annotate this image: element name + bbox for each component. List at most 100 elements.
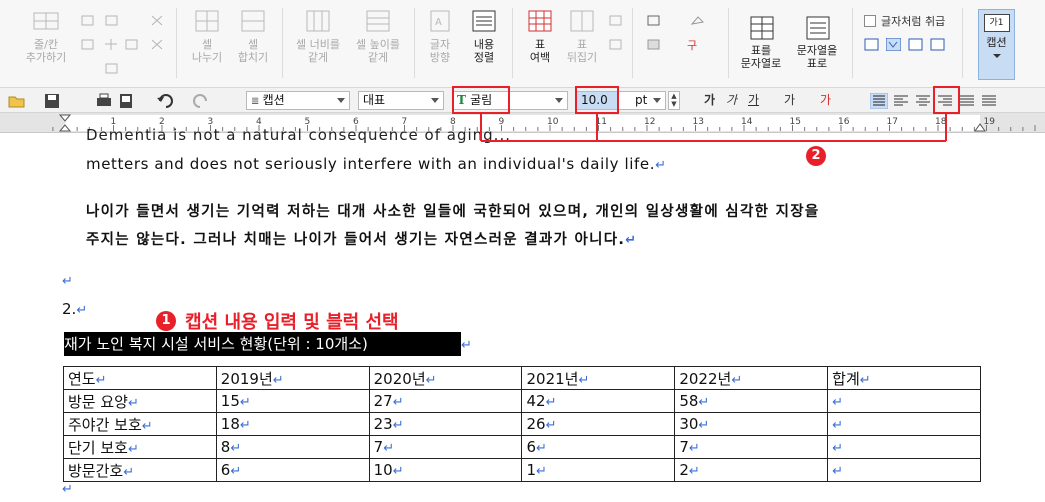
- table-row[interactable]: 단기 보호↵ 8↵ 7↵ 6↵ 7↵ ↵: [63, 435, 981, 459]
- table-cell-text: 주야간 보호: [68, 415, 142, 434]
- table-cell-text: 연도: [68, 369, 96, 388]
- cell-return-mark: ↵: [832, 441, 844, 456]
- table-cell-text: 8: [220, 438, 231, 456]
- cell-return-mark: ↵: [127, 395, 139, 411]
- table-cell-text: 합계: [832, 369, 860, 388]
- table-cell[interactable]: 26↵: [521, 412, 676, 436]
- table-cell[interactable]: 7↵: [368, 435, 523, 459]
- table-cell[interactable]: 10↵: [368, 458, 523, 482]
- table-cell[interactable]: 58↵: [674, 389, 829, 413]
- cell-return-mark: ↵: [859, 372, 871, 388]
- table-cell[interactable]: 1↵: [521, 458, 676, 482]
- table-row[interactable]: 주야간 보호↵ 18↵ 23↵ 26↵ 30↵ ↵: [63, 412, 981, 436]
- table-row[interactable]: 방문 요양↵ 15↵ 27↵ 42↵ 58↵ ↵: [63, 389, 981, 413]
- caption-selected-text[interactable]: 재가 노인 복지 시설 서비스 현황(단위 : 10개소): [64, 332, 461, 356]
- table-cell-text: 26: [526, 415, 546, 433]
- table-cell[interactable]: 2↵: [674, 458, 829, 482]
- cell-return-mark: ↵: [392, 418, 404, 433]
- table-cell[interactable]: 18↵: [215, 412, 370, 436]
- table-cell[interactable]: ↵: [827, 458, 981, 482]
- table-cell-text: 2019년: [220, 369, 273, 388]
- cell-return-mark: ↵: [731, 372, 743, 388]
- table-cell[interactable]: 2021년↵: [521, 366, 676, 390]
- cell-return-mark: ↵: [536, 464, 547, 479]
- paragraph-return-mark: ↵: [76, 303, 88, 318]
- table-cell-text: 방문 요양: [68, 392, 128, 411]
- cell-return-mark: ↵: [95, 372, 107, 388]
- paragraph-return-mark: ↵: [62, 482, 73, 497]
- paragraph-return-mark: ↵: [655, 158, 667, 173]
- cell-return-mark: ↵: [536, 441, 547, 456]
- cell-return-mark: ↵: [392, 464, 404, 479]
- table-cell-text: 15: [220, 392, 240, 410]
- table-cell[interactable]: 6↵: [215, 458, 370, 482]
- table-cell[interactable]: 주야간 보호↵: [63, 412, 217, 436]
- cell-return-mark: ↵: [545, 418, 557, 433]
- table-cell[interactable]: 7↵: [674, 435, 829, 459]
- table-cell-text: 2020년: [373, 369, 426, 388]
- table-cell[interactable]: 27↵: [368, 389, 523, 413]
- table-cell[interactable]: ↵: [827, 435, 981, 459]
- cell-return-mark: ↵: [425, 372, 437, 388]
- cell-return-mark: ↵: [698, 418, 710, 433]
- table-cell[interactable]: 방문간호↵: [63, 458, 217, 482]
- table-cell[interactable]: 6↵: [521, 435, 676, 459]
- table-cell-text: 6: [220, 461, 231, 479]
- table-cell-text: 2021년: [526, 369, 579, 388]
- table-cell-text: 2022년: [679, 369, 732, 388]
- table-cell[interactable]: ↵: [827, 412, 981, 436]
- annotation-badge-1: 1: [156, 311, 176, 331]
- table-cell[interactable]: 23↵: [368, 412, 523, 436]
- table-cell-text: 7: [373, 438, 384, 456]
- annotation-1: 1 캡션 내용 입력 및 블럭 선택: [156, 308, 399, 333]
- table-cell-text: 방문간호: [68, 461, 124, 480]
- item-number-text: 2.: [62, 300, 77, 318]
- table-cell[interactable]: ↵: [827, 389, 981, 413]
- table-cell-text: 6: [526, 438, 537, 456]
- doc-korean-line-1: 나이가 들면서 생기는 기억력 저하는 대개 사소한 일들에 국한되어 있으며,…: [86, 204, 820, 220]
- table-cell-text: 7: [679, 438, 689, 456]
- table-header-row[interactable]: 연도↵ 2019년↵ 2020년↵ 2021년↵ 2022년↵ 합계↵: [63, 366, 981, 390]
- caption-line[interactable]: 재가 노인 복지 시설 서비스 현황(단위 : 10개소) ↵: [64, 332, 472, 356]
- cell-return-mark: ↵: [127, 441, 139, 457]
- table-cell[interactable]: 30↵: [674, 412, 829, 436]
- table-cell-text: 30: [679, 415, 699, 433]
- table-cell-text: 1: [526, 461, 537, 479]
- paragraph-return-mark: ↵: [625, 233, 638, 248]
- table-cell[interactable]: 2020년↵: [368, 366, 523, 390]
- table-cell[interactable]: 합계↵: [827, 366, 981, 390]
- table-cell[interactable]: 15↵: [215, 389, 370, 413]
- data-table[interactable]: 연도↵ 2019년↵ 2020년↵ 2021년↵ 2022년↵ 합계↵ 방문 요양↵ 15↵ 2…: [63, 366, 981, 482]
- cell-return-mark: ↵: [272, 372, 284, 388]
- cell-return-mark: ↵: [578, 372, 590, 388]
- cell-return-mark: ↵: [832, 395, 844, 410]
- table-row[interactable]: 방문간호↵ 6↵ 10↵ 1↵ 2↵ ↵: [63, 458, 981, 482]
- doc-korean-line-2: 주지는 않는다. 그러나 치매는 나이가 들어서 생기는 자연스러운 결과가 아…: [86, 228, 637, 249]
- cell-return-mark: ↵: [141, 418, 153, 434]
- table-cell[interactable]: 단기 보호↵: [63, 435, 217, 459]
- doc-korean-text-2: 주지는 않는다. 그러나 치매는 나이가 들어서 생기는 자연스러운 결과가 아…: [86, 232, 626, 248]
- cell-return-mark: ↵: [230, 464, 242, 479]
- table-cell-text: 단기 보호: [68, 438, 128, 457]
- table-cell[interactable]: 2019년↵: [215, 366, 370, 390]
- table-cell[interactable]: 연도↵: [63, 366, 217, 390]
- table-cell[interactable]: 방문 요양↵: [63, 389, 217, 413]
- cell-return-mark: ↵: [230, 441, 242, 456]
- table-cell-text: 27: [373, 392, 393, 410]
- table-cell[interactable]: 2022년↵: [674, 366, 829, 390]
- cell-return-mark: ↵: [688, 464, 700, 479]
- paragraph-return-mark: ↵: [461, 338, 472, 353]
- cell-return-mark: ↵: [239, 395, 251, 410]
- table-cell-text: 23: [373, 415, 393, 433]
- cell-return-mark: ↵: [832, 464, 844, 479]
- cell-return-mark: ↵: [545, 395, 557, 410]
- annotation-label-1: 캡션 내용 입력 및 블럭 선택: [185, 312, 399, 333]
- table-cell[interactable]: 8↵: [215, 435, 370, 459]
- table-cell-text: 42: [526, 392, 546, 410]
- cell-return-mark: ↵: [688, 441, 700, 456]
- paragraph-return-mark: ↵: [62, 274, 73, 289]
- table-cell-text: 10: [373, 461, 393, 479]
- table-cell[interactable]: 42↵: [521, 389, 676, 413]
- document-area[interactable]: Dementia is not a natural consequence of…: [0, 126, 1045, 502]
- table-cell-text: 18: [220, 415, 240, 433]
